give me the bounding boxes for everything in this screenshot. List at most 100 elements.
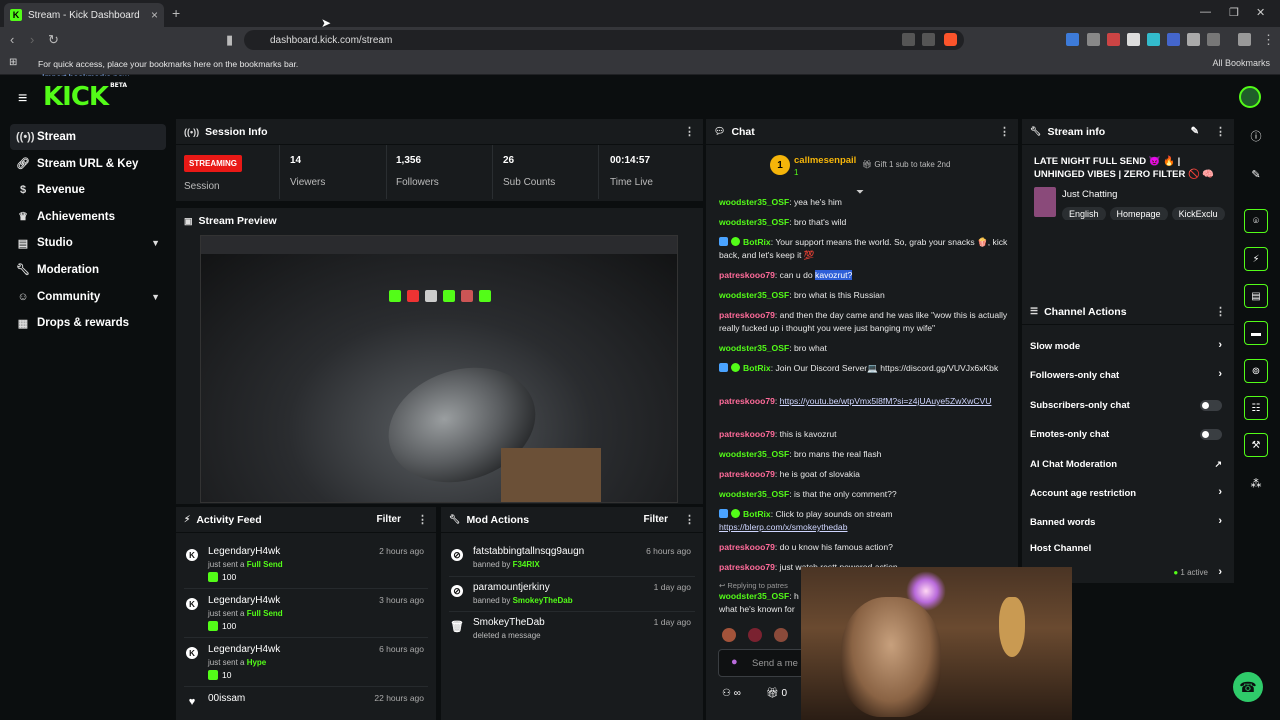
avatar[interactable] xyxy=(774,628,788,642)
sidebar-item-stream-url-key[interactable]: 🔗︎ Stream URL & Key xyxy=(10,151,166,177)
community-icon: ☺ xyxy=(17,290,29,303)
kebab-menu-icon[interactable]: ⋮ xyxy=(999,125,1010,138)
sidebar-item-revenue[interactable]: $ Revenue xyxy=(10,177,166,203)
document-icon[interactable]: ▤ xyxy=(1244,284,1268,308)
followers-only-row[interactable]: Followers-only chat › xyxy=(1022,360,1234,389)
extension-icon[interactable] xyxy=(1087,33,1100,46)
stream-preview-video[interactable] xyxy=(200,235,678,503)
sidebar-toggle-icon[interactable] xyxy=(1238,33,1251,46)
broadcast-icon[interactable]: ⊚ xyxy=(1244,359,1268,383)
top-gifter-name[interactable]: callmesenpail xyxy=(794,155,856,166)
avatar[interactable] xyxy=(748,628,762,642)
extension-icon[interactable] xyxy=(1147,33,1160,46)
lightning-icon[interactable]: ⚡︎ xyxy=(1244,247,1268,271)
ban-icon: ⊘ xyxy=(451,549,463,561)
sidebar-item-studio[interactable]: ▤ Studio ▼ xyxy=(10,230,166,256)
reload-icon[interactable]: ↻ xyxy=(48,32,59,48)
tag[interactable]: English xyxy=(1062,207,1106,220)
chat-icon: 💬︎ xyxy=(714,126,726,136)
heart-icon: ♥ xyxy=(188,696,196,708)
hamburger-menu-icon[interactable]: ≡ xyxy=(18,90,27,108)
tag-list: English Homepage KickExclu xyxy=(1062,204,1230,220)
kicks-icon xyxy=(208,572,218,582)
tag[interactable]: KickExclu xyxy=(1171,207,1225,220)
puzzle-icon[interactable] xyxy=(1187,33,1200,46)
studio-icon: ▤ xyxy=(17,237,29,250)
app-icon xyxy=(425,290,437,302)
activity-item: K LegendaryH4wk just sent a Full Send 10… xyxy=(176,590,436,639)
restore-icon[interactable]: ❐ xyxy=(1229,6,1239,19)
gift-count: 0 xyxy=(781,688,788,699)
brave-shield-icon[interactable] xyxy=(944,33,957,46)
kick-logo[interactable]: KICK BETA xyxy=(43,82,127,112)
kick-favicon-icon: K xyxy=(10,9,22,21)
browser-tab[interactable]: K Stream - Kick Dashboard × xyxy=(4,3,164,27)
panel-title: Activity Feed xyxy=(196,513,262,526)
kebab-menu-icon[interactable]: ⋮ xyxy=(417,513,428,526)
all-bookmarks-button[interactable]: All Bookmarks xyxy=(1212,58,1270,68)
kebab-menu-icon[interactable]: ⋮ xyxy=(684,513,695,526)
account-age-row[interactable]: Account age restriction › xyxy=(1022,478,1234,507)
session-stat: Session xyxy=(184,181,220,192)
top-gifter-rank-badge: 1 xyxy=(770,155,790,175)
back-icon[interactable]: ‹ xyxy=(10,32,14,47)
sidebar-item-achievements[interactable]: ♛ Achievements xyxy=(10,204,166,230)
user-avatar[interactable] xyxy=(1239,86,1261,108)
tag[interactable]: Homepage xyxy=(1109,207,1168,220)
slow-mode-row[interactable]: Slow mode › xyxy=(1022,331,1234,360)
new-tab-icon[interactable]: + xyxy=(172,5,180,21)
avatar[interactable] xyxy=(722,628,736,642)
category-thumbnail xyxy=(1034,187,1056,217)
extension-icon[interactable] xyxy=(1107,33,1120,46)
filter-button[interactable]: Filter xyxy=(644,514,668,525)
preview-browser-bar xyxy=(201,236,677,254)
sidebar-item-stream[interactable]: ((•)) Stream xyxy=(10,124,166,150)
share-icon[interactable] xyxy=(922,33,935,46)
kebab-menu-icon[interactable]: ⋮ xyxy=(1215,125,1226,138)
activity-item: K LegendaryH4wk just sent a Hype 10 6 ho… xyxy=(176,639,436,688)
chevron-right-icon: › xyxy=(1218,566,1222,578)
chat-message: woodster35_OSF: yea he's him xyxy=(719,197,842,207)
support-chat-icon[interactable]: ☎ xyxy=(1233,672,1263,702)
info-icon[interactable]: ⓘ xyxy=(1244,124,1268,148)
gift-icon[interactable]: 🎁︎ xyxy=(766,688,781,699)
kebab-menu-icon[interactable]: ⋮ xyxy=(684,125,695,138)
sidebar-item-moderation[interactable]: 🔧︎ Moderation xyxy=(10,257,166,283)
banned-words-row[interactable]: Banned words › xyxy=(1022,507,1234,536)
chat-bubble-icon[interactable]: ▬ xyxy=(1244,321,1268,345)
mod-action-item: ⊘ fatstabbingtallnsqg9augn banned by F34… xyxy=(441,541,703,577)
kebab-menu-icon[interactable]: ⋮ xyxy=(1215,305,1226,318)
subscribers-only-toggle[interactable] xyxy=(1200,400,1222,411)
url-bar[interactable]: dashboard.kick.com/stream xyxy=(244,30,964,50)
forward-icon[interactable]: › xyxy=(30,32,34,47)
bookmark-icon[interactable]: ▮ xyxy=(226,32,233,48)
extension-icon[interactable] xyxy=(1167,33,1180,46)
wrench-icon[interactable]: ⚒ xyxy=(1244,433,1268,457)
microphone-icon[interactable]: ● xyxy=(731,656,738,668)
mod-list-icon[interactable]: ☷ xyxy=(1244,396,1268,420)
edit-icon[interactable]: ✎ xyxy=(1191,126,1199,137)
filter-button[interactable]: Filter xyxy=(377,514,401,525)
external-link-icon: ↗ xyxy=(1214,459,1222,469)
list-icon: ☰ xyxy=(1030,306,1039,316)
category-name[interactable]: Just Chatting xyxy=(1062,189,1117,200)
panel-title: Stream Preview xyxy=(198,215,277,227)
camera-icon[interactable]: ⌾ xyxy=(1244,209,1268,233)
sidebar-item-community[interactable]: ☺ Community ▼ xyxy=(10,284,166,310)
close-tab-icon[interactable]: × xyxy=(151,8,158,22)
ai-moderation-row[interactable]: AI Chat Moderation ↗ xyxy=(1022,449,1234,478)
mute-icon[interactable] xyxy=(902,33,915,46)
extension-icon[interactable] xyxy=(1066,33,1079,46)
close-window-icon[interactable]: ✕ xyxy=(1256,6,1265,19)
pencil-icon[interactable]: ✎ xyxy=(1244,162,1268,186)
extension-icon[interactable] xyxy=(1127,33,1140,46)
apps-icon[interactable]: ⊞ xyxy=(9,57,17,68)
loop-icon[interactable]: ⚇ ∞ xyxy=(722,688,741,699)
sidebar-item-drops[interactable]: ▦ Drops & rewards xyxy=(10,310,166,336)
subscribers-only-row: Subscribers-only chat xyxy=(1022,390,1234,419)
minimize-icon[interactable]: — xyxy=(1200,6,1211,18)
share-nodes-icon[interactable]: ⁂ xyxy=(1244,471,1268,495)
emotes-only-toggle[interactable] xyxy=(1200,429,1222,440)
menu-icon[interactable]: ⋮ xyxy=(1262,32,1275,48)
extension-icon[interactable] xyxy=(1207,33,1220,46)
